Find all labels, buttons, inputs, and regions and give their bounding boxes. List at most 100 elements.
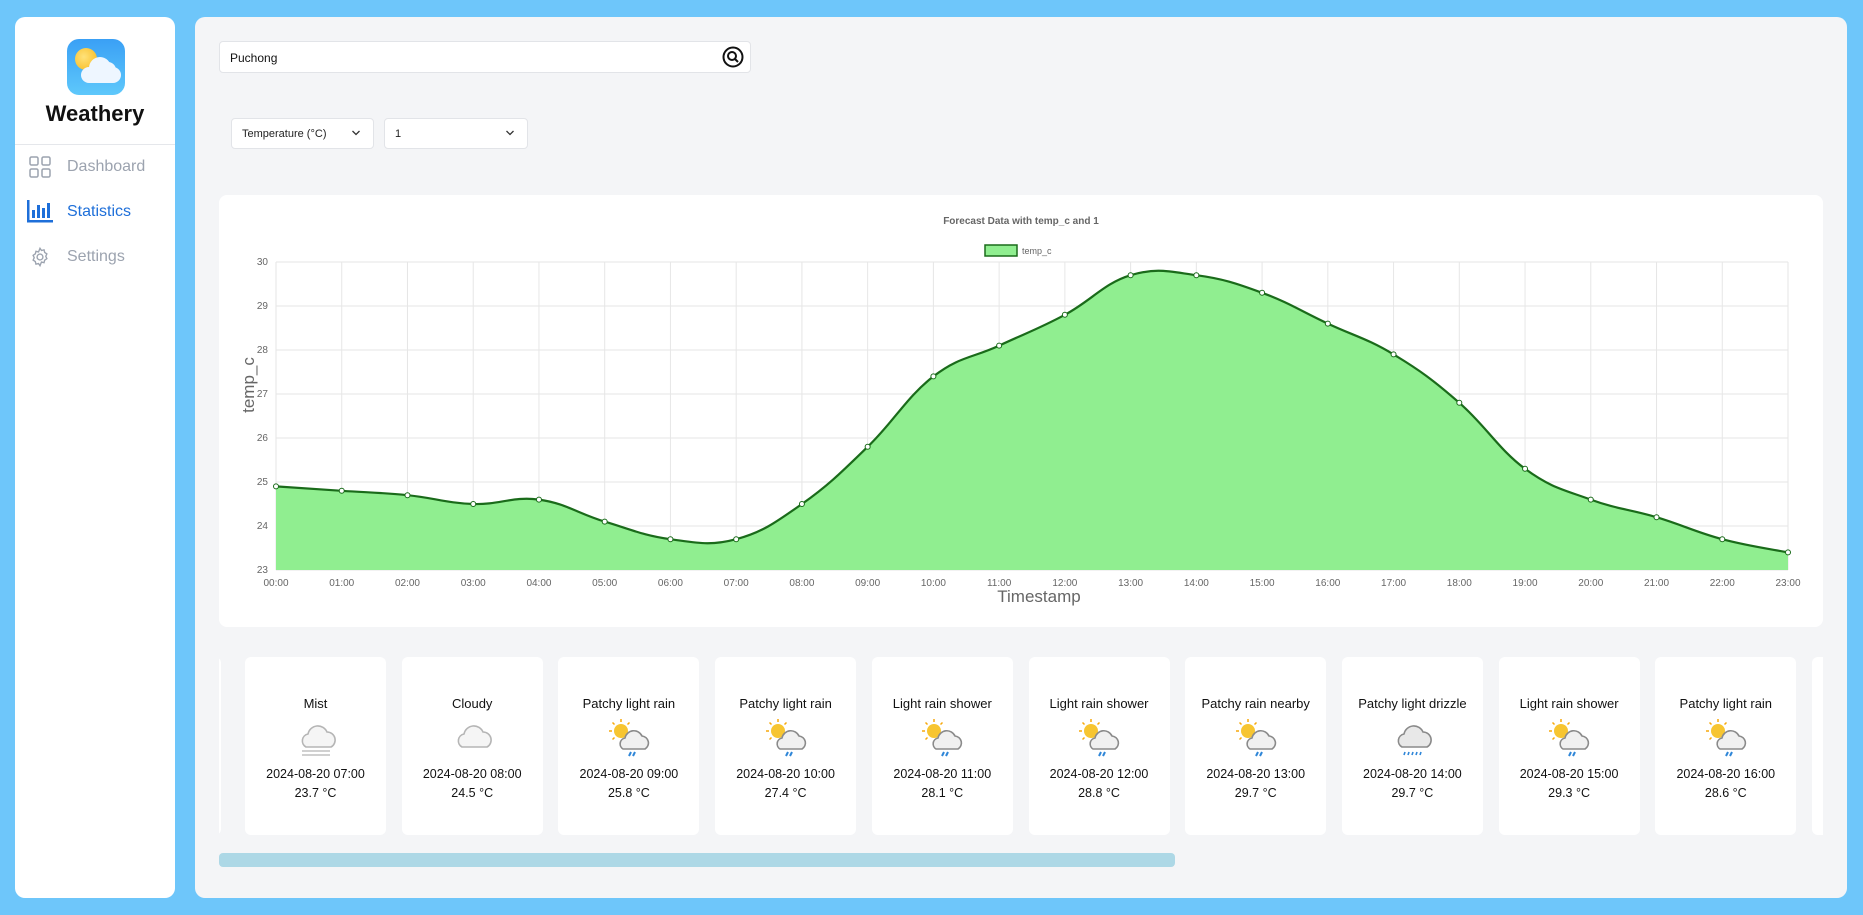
data-point[interactable] bbox=[601, 518, 608, 525]
y-tick-label: 24 bbox=[257, 521, 269, 532]
sun-cloud-rain-icon bbox=[1704, 717, 1748, 757]
sidebar-item-dashboard[interactable]: Dashboard bbox=[27, 154, 167, 180]
y-axis-label: temp_c bbox=[239, 357, 258, 413]
forecast-card: Mist 2024-08-20 07:00 23.7 °C bbox=[245, 657, 386, 835]
forecast-condition: Light rain shower bbox=[1049, 696, 1149, 711]
forecast-condition: Mist bbox=[303, 696, 328, 711]
sidebar-item-settings[interactable]: Settings bbox=[27, 244, 167, 270]
forecast-condition: Patchy light rain bbox=[1679, 696, 1773, 711]
x-tick-label: 22:00 bbox=[1710, 578, 1735, 589]
x-tick-label: 16:00 bbox=[1315, 578, 1340, 589]
forecast-temp: 29.7 °C bbox=[1234, 786, 1277, 800]
forecast-temp: 28.1 °C bbox=[921, 786, 964, 800]
x-tick-label: 05:00 bbox=[592, 578, 617, 589]
x-tick-label: 10:00 bbox=[921, 578, 946, 589]
data-point[interactable] bbox=[1061, 311, 1068, 318]
horizontal-scrollbar[interactable] bbox=[219, 853, 1823, 867]
data-point[interactable] bbox=[930, 373, 937, 380]
data-point[interactable] bbox=[1193, 272, 1200, 279]
data-point[interactable] bbox=[1259, 289, 1266, 296]
y-tick-label: 29 bbox=[257, 301, 269, 312]
forecast-card: Patchy rain nearby 2024-08-20 13:00 29.7 °… bbox=[1185, 657, 1327, 835]
data-point[interactable] bbox=[1653, 514, 1660, 521]
data-point[interactable] bbox=[667, 536, 674, 543]
forecast-time: 2024-08-20 09:00 bbox=[579, 767, 679, 781]
forecast-time: 2024-08-20 10:00 bbox=[736, 767, 835, 781]
data-point[interactable] bbox=[1127, 272, 1134, 279]
data-point[interactable] bbox=[733, 536, 740, 543]
sun-cloud-rain-icon bbox=[920, 717, 964, 757]
x-tick-label: 18:00 bbox=[1447, 578, 1472, 589]
data-point[interactable] bbox=[1587, 496, 1594, 503]
data-point[interactable] bbox=[535, 496, 542, 503]
search-input[interactable] bbox=[228, 42, 712, 74]
forecast-condition: Patchy rain nearby bbox=[1201, 696, 1310, 711]
data-point[interactable] bbox=[1785, 549, 1791, 556]
forecast-time: 2024-08-20 11:00 bbox=[893, 767, 992, 781]
app-name: Weathery bbox=[45, 101, 145, 126]
temp-area-fill bbox=[276, 270, 1788, 570]
forecast-time: 2024-08-20 14:00 bbox=[1363, 767, 1462, 781]
sun-cloud-rain-icon bbox=[607, 717, 651, 757]
sidebar-item-label: Statistics bbox=[67, 203, 132, 220]
forecast-temp: 27.4 °C bbox=[764, 786, 807, 800]
forecast-condition: Cloudy bbox=[451, 696, 493, 711]
data-point[interactable] bbox=[273, 483, 279, 490]
search-icon[interactable] bbox=[722, 46, 744, 68]
data-point[interactable] bbox=[1456, 399, 1463, 406]
x-tick-label: 09:00 bbox=[855, 578, 880, 589]
forecast-card: Light rain shower 2024-08-20 11:00 28.1 °C bbox=[871, 657, 1013, 835]
x-tick-label: 23:00 bbox=[1775, 578, 1800, 589]
sun-cloud-rain-icon bbox=[764, 717, 808, 757]
data-point[interactable] bbox=[404, 492, 411, 499]
forecast-card: Light rain shower 2024-08-20 15:00 29.3 °C bbox=[1498, 657, 1640, 835]
sidebar-divider bbox=[15, 144, 175, 145]
forecast-temp: 28.8 °C bbox=[1078, 786, 1120, 800]
grid-icon bbox=[27, 154, 53, 180]
cloud-icon bbox=[450, 717, 494, 757]
gear-icon bbox=[27, 244, 53, 270]
days-select[interactable]: 1 bbox=[384, 118, 528, 149]
x-tick-label: 01:00 bbox=[329, 578, 354, 589]
mist-icon bbox=[294, 717, 338, 757]
y-tick-label: 27 bbox=[257, 389, 269, 400]
scrollbar-thumb[interactable] bbox=[219, 853, 1175, 867]
forecast-condition: Patchy light drizzle bbox=[1358, 696, 1467, 711]
metric-select[interactable]: Temperature (°C) bbox=[231, 118, 374, 149]
forecast-time: 2024-08-20 07:00 bbox=[266, 767, 365, 781]
forecast-card-strip[interactable]: Mist 2024-08-20 07:00 23.7 °C Cloudy 2024-08… bbox=[219, 657, 1823, 835]
forecast-time: 2024-08-20 16:00 bbox=[1676, 767, 1776, 781]
legend-swatch bbox=[984, 244, 1018, 257]
forecast-card: Patchy light drizzle 2024-08-20 14:00 29.7… bbox=[1341, 657, 1483, 835]
data-point[interactable] bbox=[864, 443, 871, 450]
forecast-time: 2024-08-20 08:00 bbox=[422, 767, 522, 781]
metric-select-value: Temperature (°C) bbox=[242, 128, 327, 140]
forecast-condition: Patchy light rain bbox=[582, 696, 676, 711]
days-select-value: 1 bbox=[395, 128, 402, 140]
x-axis-label: Timestamp bbox=[997, 587, 1080, 606]
chevron-down-icon bbox=[352, 130, 360, 136]
data-point[interactable] bbox=[470, 501, 477, 507]
data-point[interactable] bbox=[1719, 536, 1726, 543]
legend-label: temp_c bbox=[1022, 246, 1052, 256]
sidebar-item-statistics[interactable]: Statistics bbox=[27, 199, 167, 225]
x-tick-label: 00:00 bbox=[263, 578, 288, 589]
data-point[interactable] bbox=[1522, 465, 1529, 472]
cloud-drizzle-icon bbox=[1390, 717, 1434, 757]
data-point[interactable] bbox=[338, 487, 345, 494]
forecast-chart-card: Forecast Data with temp_c and 1 temp_c 3… bbox=[219, 195, 1823, 627]
forecast-card bbox=[219, 657, 221, 835]
bar-chart-icon bbox=[27, 199, 53, 225]
sun-cloud-rain-icon bbox=[1234, 717, 1278, 757]
x-tick-label: 13:00 bbox=[1118, 578, 1143, 589]
data-point[interactable] bbox=[996, 342, 1003, 349]
chevron-down-icon bbox=[506, 130, 514, 136]
data-point[interactable] bbox=[798, 501, 805, 507]
x-tick-label: 04:00 bbox=[526, 578, 551, 589]
data-point[interactable] bbox=[1324, 320, 1331, 327]
forecast-temp: 23.7 °C bbox=[294, 786, 337, 800]
x-tick-label: 06:00 bbox=[658, 578, 683, 589]
weather-logo-icon bbox=[67, 39, 125, 95]
x-tick-label: 02:00 bbox=[395, 578, 420, 589]
data-point[interactable] bbox=[1390, 351, 1397, 358]
